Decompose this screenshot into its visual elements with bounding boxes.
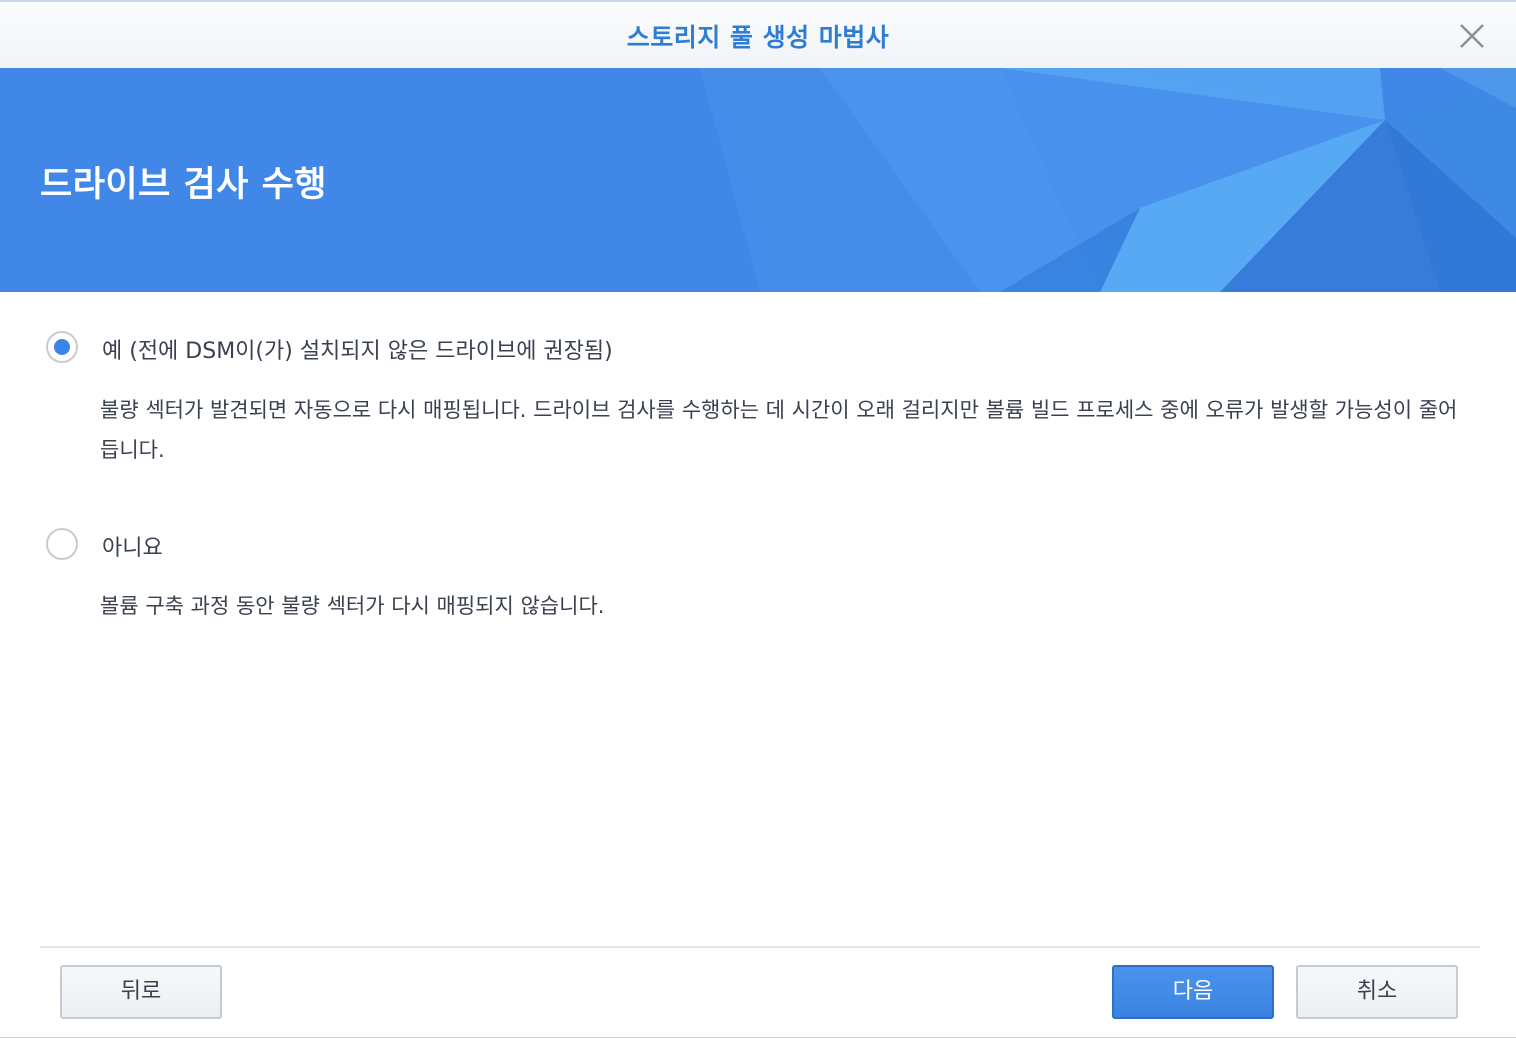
- back-button[interactable]: 뒤로: [60, 965, 222, 1019]
- radio-yes[interactable]: [46, 331, 78, 363]
- wizard-window: 스토리지 풀 생성 마법사 드라이브 검사 수행 예 (전에 DSM이(가) 설…: [0, 0, 1516, 1038]
- option-yes-label[interactable]: 예 (전에 DSM이(가) 설치되지 않은 드라이브에 권장됨): [102, 333, 613, 365]
- step-title: 드라이브 검사 수행: [40, 165, 327, 205]
- option-yes-description: 불량 섹터가 발견되면 자동으로 다시 매핑됩니다. 드라이브 검사를 수행하는…: [100, 398, 1458, 462]
- footer-divider: [40, 946, 1480, 948]
- window-title: 스토리지 풀 생성 마법사: [626, 23, 890, 52]
- next-button[interactable]: 다음: [1112, 965, 1274, 1019]
- close-icon: [1460, 24, 1484, 48]
- title-bar: 스토리지 풀 생성 마법사: [0, 2, 1516, 68]
- header-banner: 드라이브 검사 수행: [0, 68, 1516, 292]
- option-no-label[interactable]: 아니요: [102, 530, 163, 562]
- option-no-description: 볼륨 구축 과정 동안 불량 섹터가 다시 매핑되지 않습니다.: [100, 594, 605, 618]
- cancel-button[interactable]: 취소: [1296, 965, 1458, 1019]
- radio-no[interactable]: [46, 528, 78, 560]
- close-button[interactable]: [1458, 22, 1486, 50]
